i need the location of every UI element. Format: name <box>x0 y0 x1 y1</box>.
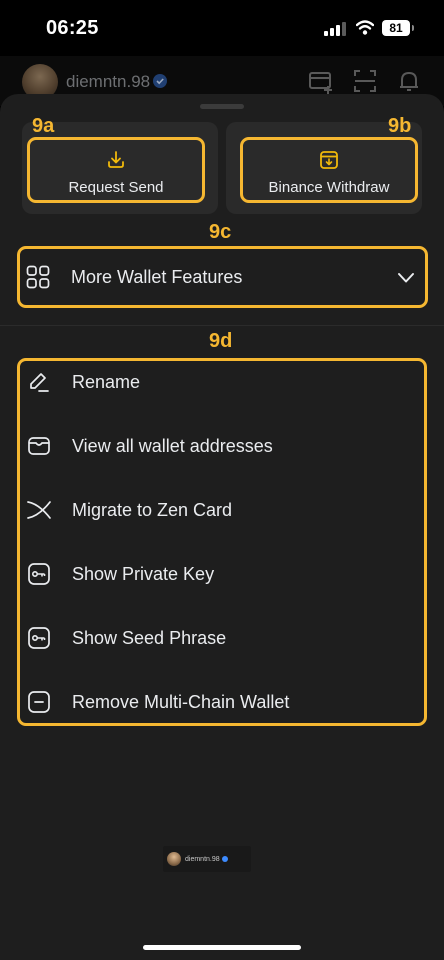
wallet-icon <box>28 437 50 455</box>
status-bar: 06:25 81 <box>0 0 444 56</box>
key-icon <box>28 627 50 649</box>
menu-item-label: Migrate to Zen Card <box>72 499 233 520</box>
home-indicator[interactable] <box>143 945 301 950</box>
header-username[interactable]: diemntn.98 <box>66 72 150 92</box>
download-icon <box>108 151 124 168</box>
annotation-tag-9a: 9a <box>32 115 55 137</box>
wallet-actions-menu: Rename View all wallet addresses Migrate… <box>17 358 427 726</box>
annotation-tag-9d: 9d <box>209 330 233 352</box>
bell-icon[interactable] <box>396 68 422 94</box>
verified-badge-icon <box>221 856 228 862</box>
menu-item-label: Rename <box>72 371 141 392</box>
wifi-icon <box>356 20 374 35</box>
wallet-options-sheet: 9a 9b Request Send Binance Withdraw 9c M… <box>0 94 444 960</box>
request-send-button[interactable]: Request Send <box>27 137 205 203</box>
verified-badge-icon <box>153 74 167 88</box>
add-card-icon[interactable] <box>308 68 334 94</box>
more-wallet-features-label: More Wallet Features <box>71 266 243 287</box>
battery-indicator: 81 <box>382 20 414 36</box>
grid-icon <box>26 265 50 289</box>
menu-item-label: Remove Multi-Chain Wallet <box>72 691 290 712</box>
annotation-tag-9b: 9b <box>388 115 412 137</box>
watermark-avatar <box>167 852 181 866</box>
creator-watermark: diemntn.98 <box>163 846 251 872</box>
more-wallet-features-toggle[interactable]: More Wallet Features <box>17 246 428 308</box>
menu-item-show-seed-phrase[interactable]: Show Seed Phrase <box>20 611 430 665</box>
cellular-signal-icon <box>324 22 346 36</box>
zen-icon <box>27 501 51 519</box>
request-send-label: Request Send <box>68 179 164 196</box>
sheet-grabber[interactable] <box>200 104 244 109</box>
menu-item-rename[interactable]: Rename <box>20 355 430 409</box>
menu-item-view-addresses[interactable]: View all wallet addresses <box>20 419 430 473</box>
chevron-down-icon <box>398 273 414 283</box>
menu-item-remove-wallet[interactable]: Remove Multi-Chain Wallet <box>20 675 430 729</box>
withdraw-icon <box>320 151 338 169</box>
status-time: 06:25 <box>46 17 99 39</box>
menu-item-show-private-key[interactable]: Show Private Key <box>20 547 430 601</box>
scan-icon[interactable] <box>352 68 378 94</box>
binance-withdraw-button[interactable]: Binance Withdraw <box>240 137 418 203</box>
pencil-icon <box>30 373 49 392</box>
menu-item-migrate-zen[interactable]: Migrate to Zen Card <box>20 483 430 537</box>
watermark-username: diemntn.98 <box>185 855 220 863</box>
section-divider <box>0 325 444 326</box>
annotation-tag-9c: 9c <box>209 221 232 243</box>
binance-withdraw-label: Binance Withdraw <box>268 179 390 196</box>
menu-item-label: View all wallet addresses <box>72 435 273 456</box>
minus-square-icon <box>28 691 50 713</box>
key-icon <box>28 563 50 585</box>
menu-item-label: Show Seed Phrase <box>72 627 227 648</box>
menu-item-label: Show Private Key <box>72 563 215 584</box>
